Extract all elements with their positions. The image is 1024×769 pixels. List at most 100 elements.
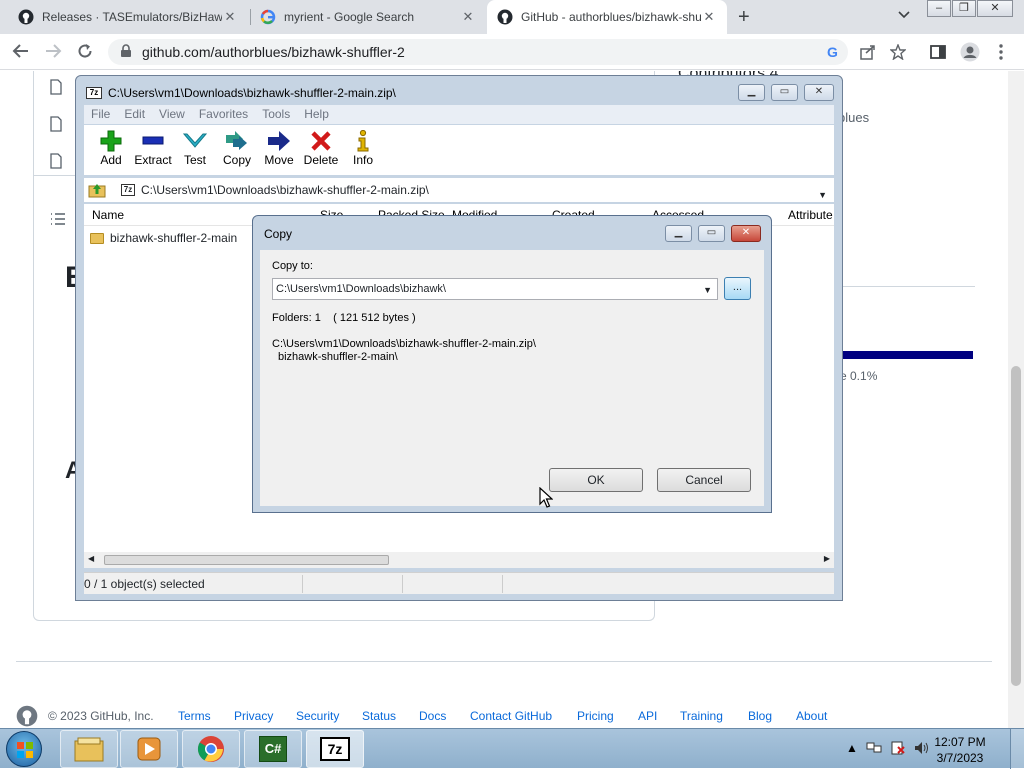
sevenzip-menubar: File Edit View Favorites Tools Help xyxy=(84,105,834,124)
footer-link-terms[interactable]: Terms xyxy=(178,709,211,723)
double-arrow-icon xyxy=(214,129,260,153)
destination-combobox[interactable]: C:\Users\vm1\Downloads\bizhawk\ ▼ xyxy=(272,278,718,300)
close-tab-icon[interactable]: ✕ xyxy=(222,9,238,25)
omnibox[interactable]: github.com/authorblues/bizhawk-shuffler-… xyxy=(108,39,848,65)
close-tab-icon[interactable]: ✕ xyxy=(701,9,717,25)
maximize-button[interactable]: ▭ xyxy=(771,84,798,101)
scroll-right-icon[interactable]: ▶ xyxy=(824,554,830,563)
add-button[interactable]: Add xyxy=(88,129,134,167)
reload-icon[interactable] xyxy=(76,42,94,65)
x-icon xyxy=(298,129,344,153)
language-percent: e 0.1% xyxy=(840,369,878,383)
close-button[interactable]: ✕ xyxy=(804,84,834,101)
side-panel-icon[interactable] xyxy=(930,44,946,63)
horizontal-scrollbar[interactable]: ◀ ▶ xyxy=(84,552,834,568)
column-name[interactable]: Name xyxy=(92,208,124,222)
media-player-icon[interactable] xyxy=(120,730,178,768)
ok-button[interactable]: OK xyxy=(549,468,643,492)
close-tab-icon[interactable]: ✕ xyxy=(460,9,476,25)
footer-link-pricing[interactable]: Pricing xyxy=(577,709,614,723)
network-icon[interactable] xyxy=(866,741,882,758)
status-separator xyxy=(502,575,503,593)
dialog-body: Copy to: C:\Users\vm1\Downloads\bizhawk\… xyxy=(260,250,764,506)
folders-info: Folders: 1 ( 121 512 bytes ) xyxy=(272,312,416,324)
chrome-icon[interactable] xyxy=(182,730,240,768)
back-icon[interactable] xyxy=(12,42,30,65)
folder-up-icon[interactable] xyxy=(88,182,106,201)
mouse-cursor-icon xyxy=(539,486,554,512)
footer-link-blog[interactable]: Blog xyxy=(748,709,772,723)
start-button[interactable] xyxy=(6,731,42,767)
profile-avatar-icon[interactable] xyxy=(960,42,980,65)
info-button[interactable]: Info xyxy=(340,129,386,167)
move-button[interactable]: Move xyxy=(256,129,302,167)
github-logo-icon[interactable] xyxy=(16,705,38,728)
extract-button[interactable]: Extract xyxy=(130,129,176,167)
outline-list-icon[interactable] xyxy=(50,213,66,228)
tab-search-icon[interactable] xyxy=(898,8,910,22)
system-clock[interactable]: 12:07 PM 3/7/2023 xyxy=(932,734,988,766)
maximize-button[interactable]: ▭ xyxy=(698,225,725,242)
copy-button[interactable]: Copy xyxy=(214,129,260,167)
browse-button[interactable]: ... xyxy=(724,277,751,300)
menu-file[interactable]: File xyxy=(84,105,117,124)
bookmark-star-icon[interactable] xyxy=(889,43,907,63)
footer-link-security[interactable]: Security xyxy=(296,709,339,723)
show-desktop-button[interactable] xyxy=(1010,729,1024,769)
tab-github-active[interactable]: GitHub - authorblues/bizhawk-shuffler-2 … xyxy=(487,0,727,34)
menu-tools[interactable]: Tools xyxy=(255,105,297,124)
copy-to-label: Copy to: xyxy=(272,260,313,272)
page-scrollbar[interactable] xyxy=(1008,71,1024,728)
chevron-down-icon[interactable]: ▼ xyxy=(818,187,827,203)
footer-link-api[interactable]: API xyxy=(638,709,657,723)
test-button[interactable]: Test xyxy=(172,129,218,167)
sevenzip-title: C:\Users\vm1\Downloads\bizhawk-shuffler-… xyxy=(108,86,396,100)
footer-link-privacy[interactable]: Privacy xyxy=(234,709,273,723)
menu-favorites[interactable]: Favorites xyxy=(192,105,255,124)
tab-releases[interactable]: Releases · TASEmulators/BizHawk ✕ xyxy=(8,0,248,34)
address-toolbar: github.com/authorblues/bizhawk-shuffler-… xyxy=(0,34,1024,70)
chrome-menu-icon[interactable] xyxy=(998,44,1004,63)
scrollbar-thumb[interactable] xyxy=(1011,366,1021,686)
share-icon[interactable] xyxy=(860,44,876,63)
footer-link-status[interactable]: Status xyxy=(362,709,396,723)
delete-button[interactable]: Delete xyxy=(298,129,344,167)
column-attribute[interactable]: Attribute xyxy=(788,208,833,222)
close-button[interactable]: ✕ xyxy=(731,225,761,242)
scroll-left-icon[interactable]: ◀ xyxy=(88,554,94,563)
action-center-icon[interactable] xyxy=(890,741,906,758)
restore-window-button[interactable]: ❐ xyxy=(952,0,976,17)
show-hidden-icons-icon[interactable]: ▲ xyxy=(846,741,858,755)
minimize-button[interactable]: ▁ xyxy=(665,225,692,242)
tab-google-search[interactable]: myrient - Google Search ✕ xyxy=(250,0,486,34)
chevron-down-icon[interactable]: ▼ xyxy=(703,280,712,300)
path-input[interactable]: 7z C:\Users\vm1\Downloads\bizhawk-shuffl… xyxy=(116,181,832,200)
menu-edit[interactable]: Edit xyxy=(117,105,152,124)
new-tab-button[interactable]: + xyxy=(738,6,750,29)
footer-link-training[interactable]: Training xyxy=(680,709,723,723)
menu-help[interactable]: Help xyxy=(297,105,336,124)
lock-icon[interactable] xyxy=(120,44,132,61)
cancel-button[interactable]: Cancel xyxy=(657,468,751,492)
sevenzip-titlebar[interactable]: 7z C:\Users\vm1\Downloads\bizhawk-shuffl… xyxy=(76,76,842,104)
footer-link-contact[interactable]: Contact GitHub xyxy=(470,709,552,723)
volume-icon[interactable] xyxy=(914,741,930,758)
footer-link-about[interactable]: About xyxy=(796,709,827,723)
sevenzip-app-icon: 7z xyxy=(86,87,102,99)
csharp-icon[interactable]: C# xyxy=(244,730,302,768)
footer-link-docs[interactable]: Docs xyxy=(419,709,446,723)
scrollbar-thumb[interactable] xyxy=(104,555,389,565)
forward-icon[interactable] xyxy=(44,42,62,65)
google-lens-icon[interactable]: G xyxy=(826,44,842,63)
close-window-button[interactable]: ✕ xyxy=(977,0,1013,17)
minimize-button[interactable]: ▁ xyxy=(738,84,765,101)
menu-view[interactable]: View xyxy=(152,105,192,124)
file-explorer-icon[interactable] xyxy=(60,730,118,768)
sevenzip-window-controls: ▁ ▭ ✕ xyxy=(732,84,834,101)
sevenzip-pathbar: 7z C:\Users\vm1\Downloads\bizhawk-shuffl… xyxy=(84,178,834,202)
7zip-icon[interactable]: 7z xyxy=(306,730,364,768)
minimize-window-button[interactable]: – xyxy=(927,0,951,17)
destination-value[interactable]: C:\Users\vm1\Downloads\bizhawk\ xyxy=(276,283,446,295)
url-text[interactable]: github.com/authorblues/bizhawk-shuffler-… xyxy=(142,44,405,60)
list-item[interactable]: bizhawk-shuffler-2-main xyxy=(90,229,237,247)
